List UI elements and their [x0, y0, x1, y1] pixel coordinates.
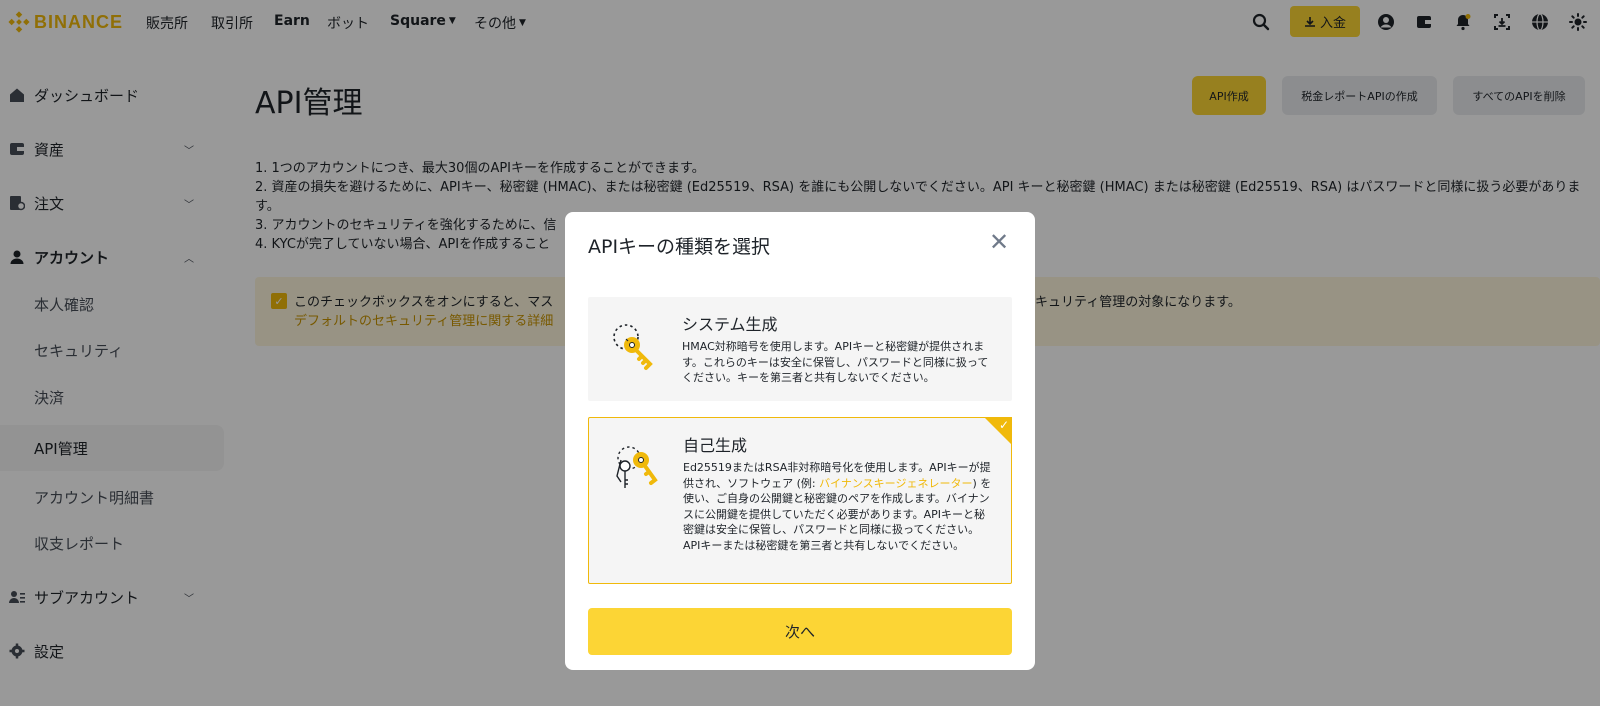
next-button[interactable]: 次へ [588, 608, 1012, 655]
option-description: Ed25519またはRSA非対称暗号化を使用します。APIキーが提供され、ソフト… [683, 461, 992, 552]
dialog-title: APIキーの種類を選択 [588, 236, 771, 258]
option-title: 自己生成 [683, 436, 748, 455]
key-generator-link[interactable]: バイナンスキージェネレーター [819, 477, 972, 490]
option-system-generated[interactable]: システム生成 HMAC対称暗号を使用します。APIキーと秘密鍵が提供されます。こ… [588, 297, 1012, 401]
key-icon [613, 324, 653, 370]
option-title: システム生成 [682, 315, 778, 334]
option-self-generated[interactable]: ✓ 自己生成 Ed25519またはRSA非対称暗号化を使用します。APIキーが提… [588, 417, 1012, 584]
close-icon[interactable]: ✕ [987, 228, 1011, 256]
check-icon: ✓ [998, 418, 1009, 432]
option-description: HMAC対称暗号を使用します。APIキーと秘密鍵が提供されます。これらのキーは安… [682, 340, 989, 384]
keys-icon [616, 446, 658, 488]
api-key-type-dialog: APIキーの種類を選択 ✕ システム生成 HMAC対称暗号を使用します。APIキ… [565, 212, 1035, 670]
